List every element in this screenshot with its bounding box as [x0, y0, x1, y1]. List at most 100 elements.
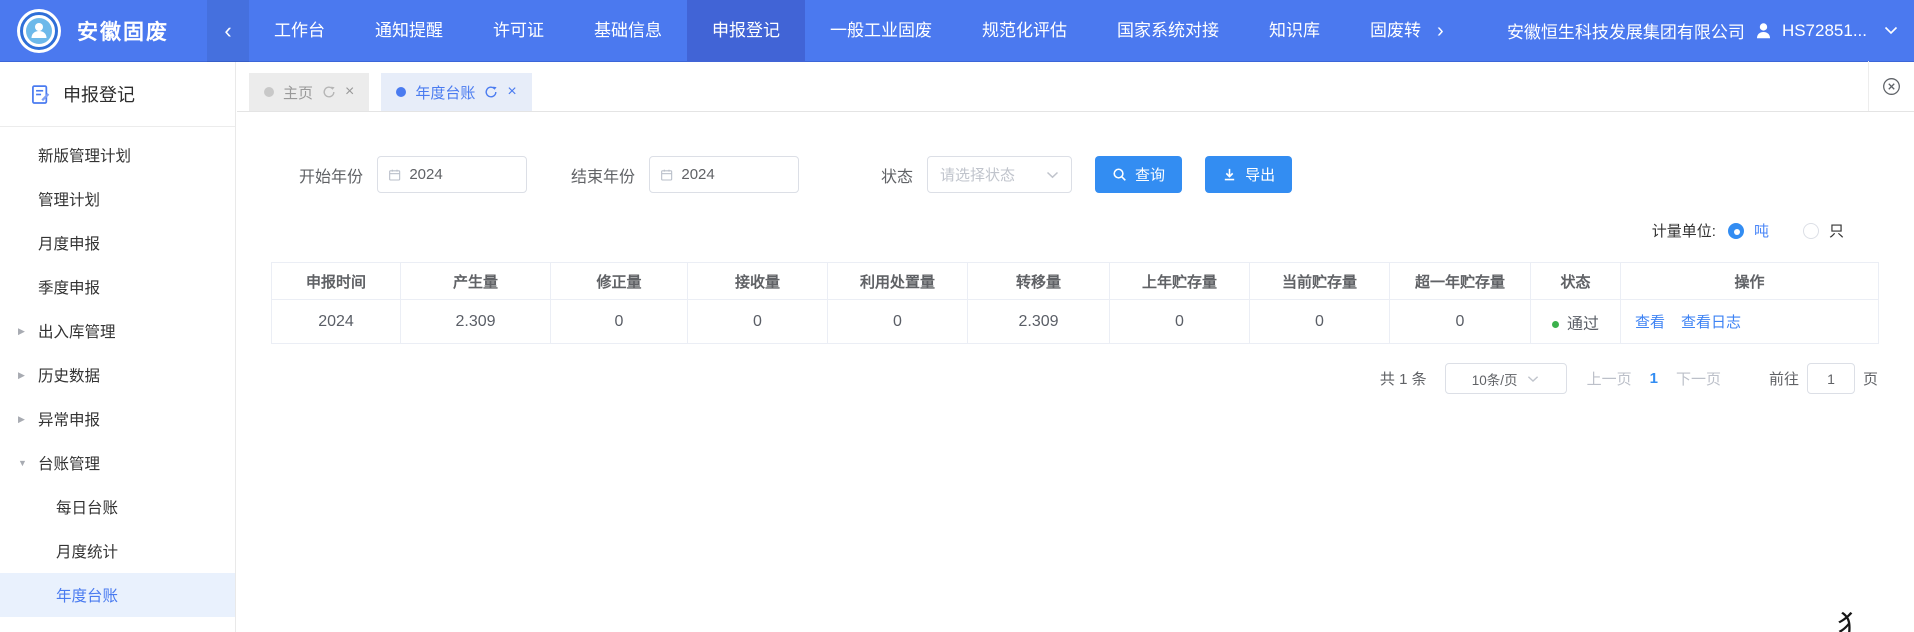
- sidebar-item-management-plan[interactable]: 管理计划: [0, 177, 235, 221]
- cell-transferred: 2.309: [968, 300, 1110, 344]
- nav-scroll-arrow[interactable]: ›: [1429, 0, 1452, 62]
- sidebar-item-new-management-plan[interactable]: 新版管理计划: [0, 133, 235, 177]
- goto-page-input[interactable]: [1807, 363, 1855, 394]
- unit-radio-ton[interactable]: 吨: [1728, 220, 1769, 241]
- start-year-field[interactable]: [377, 156, 527, 193]
- pagination: 共 1 条 10条/页 上一页 1 下一页 前往 页: [237, 363, 1878, 394]
- cell-declare-time: 2024: [272, 300, 401, 344]
- nav-item-notifications[interactable]: 通知提醒: [350, 0, 468, 62]
- unit-radio-piece[interactable]: 只: [1803, 220, 1844, 241]
- page-size-value: 10条/页: [1472, 369, 1518, 389]
- sidebar-item-label: 出入库管理: [38, 320, 116, 342]
- nav-item-basic-info[interactable]: 基础信息: [569, 0, 687, 62]
- sidebar-header: 申报登记: [0, 62, 235, 127]
- cell-prev-year-storage: 0: [1110, 300, 1250, 344]
- sidebar-item-quarterly-declaration[interactable]: 季度申报: [0, 265, 235, 309]
- next-page-button[interactable]: 下一页: [1676, 368, 1721, 389]
- end-year-label: 结束年份: [571, 163, 635, 187]
- sidebar-item-ledger-management[interactable]: ▼ 台账管理: [0, 441, 235, 485]
- table-row: 2024 2.309 0 0 0 2.309 0 0 0 通过 查看查看日志: [272, 300, 1879, 344]
- nav-item-declaration[interactable]: 申报登记: [687, 0, 805, 62]
- caret-collapsed-icon: ▶: [18, 326, 25, 337]
- page-size-select[interactable]: 10条/页: [1445, 363, 1567, 394]
- caret-expanded-icon: ▼: [18, 458, 27, 468]
- end-year-input[interactable]: [681, 166, 788, 183]
- sidebar: 申报登记 新版管理计划 管理计划 月度申报 季度申报 ▶ 出入库管理 ▶ 历史数…: [0, 62, 236, 632]
- pagination-total: 共 1 条: [1380, 368, 1427, 389]
- main-content: 开始年份 结束年份 状态 请选择状态: [237, 113, 1914, 632]
- view-log-link[interactable]: 查看日志: [1681, 314, 1741, 331]
- calendar-icon: [660, 167, 673, 183]
- sidebar-item-annual-ledger[interactable]: 年度台账: [0, 573, 235, 617]
- sidebar-item-abnormal-declaration[interactable]: ▶ 异常申报: [0, 397, 235, 441]
- status-dot-icon: [1552, 321, 1559, 328]
- goto-page: 前往 页: [1769, 363, 1878, 394]
- sidebar-item-daily-ledger[interactable]: 每日台账: [0, 485, 235, 529]
- sidebar-item-inbound-outbound[interactable]: ▶ 出入库管理: [0, 309, 235, 353]
- tab-status-dot: [264, 87, 274, 97]
- tab-label: 年度台账: [415, 82, 475, 103]
- cell-over-one-year-storage: 0: [1390, 300, 1531, 344]
- col-over-one-year-storage: 超一年贮存量: [1390, 263, 1531, 300]
- prev-page-button[interactable]: 上一页: [1587, 368, 1632, 389]
- circle-close-icon: [1882, 77, 1901, 96]
- export-button[interactable]: 导出: [1205, 156, 1292, 193]
- nav-back-arrow[interactable]: ‹: [207, 0, 249, 62]
- refresh-icon[interactable]: [322, 85, 336, 99]
- chevron-down-icon[interactable]: [1884, 26, 1898, 35]
- nav-item-knowledge-base[interactable]: 知识库: [1244, 0, 1345, 62]
- caret-collapsed-icon: ▶: [18, 414, 25, 425]
- company-name: 安徽恒生科技发展集团有限公司: [1507, 18, 1745, 43]
- app-logo-icon: [16, 8, 62, 54]
- refresh-icon[interactable]: [484, 85, 498, 99]
- nav-item-license[interactable]: 许可证: [468, 0, 569, 62]
- cell-received: 0: [688, 300, 828, 344]
- nav-item-standardization-assessment[interactable]: 规范化评估: [957, 0, 1092, 62]
- cell-utilized: 0: [828, 300, 968, 344]
- col-status: 状态: [1531, 263, 1621, 300]
- view-link[interactable]: 查看: [1635, 314, 1665, 331]
- nav-item-national-system[interactable]: 国家系统对接: [1092, 0, 1244, 62]
- col-current-storage: 当前贮存量: [1250, 263, 1390, 300]
- col-transferred: 转移量: [968, 263, 1110, 300]
- search-button[interactable]: 查询: [1095, 156, 1182, 193]
- cell-status: 通过: [1531, 300, 1621, 344]
- col-prev-year-storage: 上年贮存量: [1110, 263, 1250, 300]
- tab-home[interactable]: 主页 ×: [249, 73, 369, 111]
- chevron-down-icon: [1527, 375, 1539, 383]
- end-year-field[interactable]: [649, 156, 799, 193]
- close-icon[interactable]: ×: [507, 84, 516, 100]
- status-placeholder: 请选择状态: [940, 164, 1015, 185]
- table-header-row: 申报时间 产生量 修正量 接收量 利用处置量 转移量 上年贮存量 当前贮存量 超…: [272, 263, 1879, 300]
- filter-row: 开始年份 结束年份 状态 请选择状态: [299, 156, 1914, 193]
- chevron-down-icon: [1046, 171, 1059, 179]
- nav-item-general-industrial-waste[interactable]: 一般工业固废: [805, 0, 957, 62]
- unit-row: 计量单位: 吨 只: [237, 220, 1844, 241]
- start-year-input[interactable]: [409, 166, 516, 183]
- username[interactable]: HS72851...: [1782, 21, 1867, 41]
- sidebar-item-monthly-stats[interactable]: 月度统计: [0, 529, 235, 573]
- cell-corrected: 0: [551, 300, 688, 344]
- unit-option-label: 只: [1829, 220, 1844, 241]
- goto-prefix: 前往: [1769, 368, 1799, 389]
- sidebar-title: 申报登记: [63, 81, 135, 107]
- close-icon[interactable]: ×: [345, 84, 354, 100]
- top-nav-menu: 工作台 通知提醒 许可证 基础信息 申报登记 一般工业固废 规范化评估 国家系统…: [249, 0, 1429, 62]
- status-select[interactable]: 请选择状态: [927, 156, 1072, 193]
- current-page[interactable]: 1: [1650, 370, 1658, 387]
- sidebar-item-monthly-declaration[interactable]: 月度申报: [0, 221, 235, 265]
- sidebar-item-history-data[interactable]: ▶ 历史数据: [0, 353, 235, 397]
- floating-widget-clipped[interactable]: 犭: [1837, 603, 1866, 632]
- radio-unchecked-icon: [1803, 223, 1819, 239]
- nav-item-waste-transfer[interactable]: 固废转: [1345, 0, 1429, 62]
- col-operations: 操作: [1621, 263, 1879, 300]
- caret-collapsed-icon: ▶: [18, 370, 25, 381]
- col-declare-time: 申报时间: [272, 263, 401, 300]
- unit-option-label: 吨: [1754, 220, 1769, 241]
- tab-bar: 主页 × 年度台账 ×: [237, 62, 1914, 112]
- col-corrected: 修正量: [551, 263, 688, 300]
- sidebar-item-label: 台账管理: [38, 452, 100, 474]
- tab-annual-ledger[interactable]: 年度台账 ×: [381, 73, 531, 111]
- close-all-tabs-button[interactable]: [1868, 61, 1914, 111]
- nav-item-workbench[interactable]: 工作台: [249, 0, 350, 62]
